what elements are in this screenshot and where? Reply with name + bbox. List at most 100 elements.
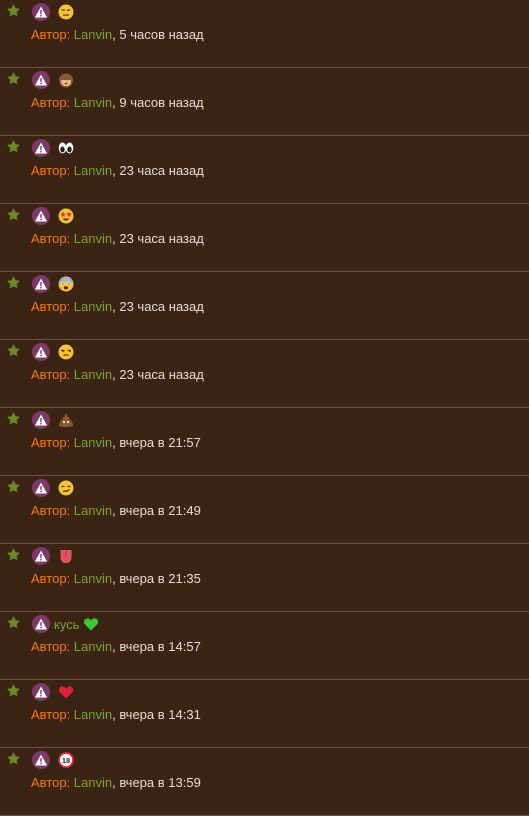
meta-separator: , bbox=[112, 299, 116, 314]
expressionless-face-icon[interactable] bbox=[58, 4, 74, 20]
post-title-line bbox=[32, 70, 74, 90]
smirking-face-icon[interactable] bbox=[58, 480, 74, 496]
post-meta: Автор: Lanvin, 23 часа назад bbox=[31, 299, 204, 315]
feed-item: Автор: Lanvin, вчера в 21:57 bbox=[0, 408, 529, 476]
warning-avatar-icon[interactable] bbox=[32, 411, 50, 429]
green-heart-icon[interactable] bbox=[83, 616, 99, 632]
post-title-line: кусь bbox=[32, 614, 99, 634]
author-label: Автор: bbox=[31, 775, 71, 790]
warning-avatar-icon[interactable] bbox=[32, 615, 50, 633]
post-time: вчера в 13:59 bbox=[119, 775, 201, 790]
post-meta: Автор: Lanvin, вчера в 13:59 bbox=[31, 775, 201, 791]
author-label: Автор: bbox=[31, 231, 71, 246]
star-icon[interactable] bbox=[6, 343, 21, 358]
author-link[interactable]: Lanvin bbox=[74, 231, 112, 246]
feed-item: Автор: Lanvin, вчера в 14:31 bbox=[0, 680, 529, 748]
no-one-under-eighteen-icon[interactable]: 18 bbox=[58, 752, 74, 768]
red-heart-icon[interactable] bbox=[58, 684, 74, 700]
star-icon[interactable] bbox=[6, 207, 21, 222]
post-time: вчера в 14:31 bbox=[119, 707, 201, 722]
author-label: Автор: bbox=[31, 367, 71, 382]
post-time: 23 часа назад bbox=[119, 163, 204, 178]
meta-separator: , bbox=[112, 775, 116, 790]
meta-separator: , bbox=[112, 503, 116, 518]
star-icon[interactable] bbox=[6, 139, 21, 154]
star-icon[interactable] bbox=[6, 751, 21, 766]
post-title-line bbox=[32, 342, 74, 362]
post-time: 23 часа назад bbox=[119, 367, 204, 382]
post-meta: Автор: Lanvin, 23 часа назад bbox=[31, 367, 204, 383]
author-link[interactable]: Lanvin bbox=[74, 27, 112, 42]
star-icon[interactable] bbox=[6, 683, 21, 698]
post-meta: Автор: Lanvin, вчера в 21:57 bbox=[31, 435, 201, 451]
post-time: 9 часов назад bbox=[119, 95, 204, 110]
post-time: 23 часа назад bbox=[119, 231, 204, 246]
star-icon[interactable] bbox=[6, 275, 21, 290]
star-icon[interactable] bbox=[6, 615, 21, 630]
meta-separator: , bbox=[112, 639, 116, 654]
author-label: Автор: bbox=[31, 299, 71, 314]
meta-separator: , bbox=[112, 95, 116, 110]
warning-avatar-icon[interactable] bbox=[32, 547, 50, 565]
warning-avatar-icon[interactable] bbox=[32, 479, 50, 497]
author-link[interactable]: Lanvin bbox=[74, 571, 112, 586]
author-link[interactable]: Lanvin bbox=[74, 163, 112, 178]
warning-avatar-icon[interactable] bbox=[32, 683, 50, 701]
warning-avatar-icon[interactable] bbox=[32, 3, 50, 21]
post-title-line bbox=[32, 546, 74, 566]
pile-of-poo-icon[interactable] bbox=[58, 412, 74, 428]
star-icon[interactable] bbox=[6, 547, 21, 562]
author-link[interactable]: Lanvin bbox=[74, 435, 112, 450]
svg-text:18: 18 bbox=[62, 756, 70, 765]
warning-avatar-icon[interactable] bbox=[32, 275, 50, 293]
post-text[interactable]: кусь bbox=[54, 617, 79, 632]
author-link[interactable]: Lanvin bbox=[74, 639, 112, 654]
feed-item: кусь Автор: Lanvin, вчера в 14:57 bbox=[0, 612, 529, 680]
feed-item: Автор: Lanvin, вчера в 21:35 bbox=[0, 544, 529, 612]
author-link[interactable]: Lanvin bbox=[74, 299, 112, 314]
post-title-line bbox=[32, 274, 74, 294]
meta-separator: , bbox=[112, 163, 116, 178]
author-link[interactable]: Lanvin bbox=[74, 775, 112, 790]
meta-separator: , bbox=[112, 27, 116, 42]
meta-separator: , bbox=[112, 707, 116, 722]
star-icon[interactable] bbox=[6, 479, 21, 494]
author-label: Автор: bbox=[31, 639, 71, 654]
author-label: Автор: bbox=[31, 163, 71, 178]
star-struck-face-icon[interactable] bbox=[58, 208, 74, 224]
see-no-evil-monkey-icon[interactable] bbox=[58, 72, 74, 88]
author-link[interactable]: Lanvin bbox=[74, 367, 112, 382]
post-time: 23 часа назад bbox=[119, 299, 204, 314]
eyes-icon[interactable] bbox=[58, 140, 74, 156]
post-title-line bbox=[32, 138, 74, 158]
author-label: Автор: bbox=[31, 95, 71, 110]
tongue-icon[interactable] bbox=[58, 548, 74, 564]
post-title-line: 18 bbox=[32, 750, 74, 770]
star-icon[interactable] bbox=[6, 3, 21, 18]
post-time: вчера в 21:49 bbox=[119, 503, 201, 518]
author-label: Автор: bbox=[31, 27, 71, 42]
post-time: 5 часов назад bbox=[119, 27, 204, 42]
star-icon[interactable] bbox=[6, 71, 21, 86]
warning-avatar-icon[interactable] bbox=[32, 343, 50, 361]
post-time: вчера в 21:35 bbox=[119, 571, 201, 586]
author-link[interactable]: Lanvin bbox=[74, 95, 112, 110]
author-link[interactable]: Lanvin bbox=[74, 503, 112, 518]
fearful-face-icon[interactable] bbox=[58, 276, 74, 292]
feed-item: Автор: Lanvin, 9 часов назад bbox=[0, 68, 529, 136]
meta-separator: , bbox=[112, 435, 116, 450]
meta-separator: , bbox=[112, 571, 116, 586]
author-label: Автор: bbox=[31, 435, 71, 450]
feed-item: Автор: Lanvin, вчера в 21:49 bbox=[0, 476, 529, 544]
star-icon[interactable] bbox=[6, 411, 21, 426]
warning-avatar-icon[interactable] bbox=[32, 139, 50, 157]
warning-avatar-icon[interactable] bbox=[32, 751, 50, 769]
feed-item: Автор: Lanvin, 23 часа назад bbox=[0, 272, 529, 340]
author-label: Автор: bbox=[31, 707, 71, 722]
post-time: вчера в 21:57 bbox=[119, 435, 201, 450]
author-link[interactable]: Lanvin bbox=[74, 707, 112, 722]
warning-avatar-icon[interactable] bbox=[32, 71, 50, 89]
warning-avatar-icon[interactable] bbox=[32, 207, 50, 225]
post-meta: Автор: Lanvin, 5 часов назад bbox=[31, 27, 204, 43]
unamused-face-icon[interactable] bbox=[58, 344, 74, 360]
